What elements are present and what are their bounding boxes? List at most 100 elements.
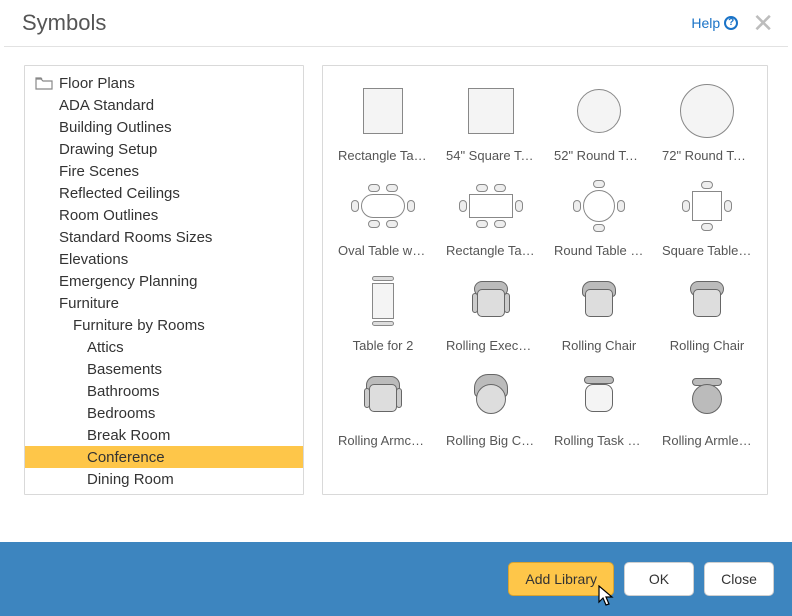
symbols-grid: Rectangle Table 54" Square Table 52" Round… xyxy=(333,80,757,448)
tree-item[interactable]: Basements xyxy=(25,358,303,380)
symbol-label: Rolling Armless Chair xyxy=(662,433,752,448)
dialog-header: Symbols Help ? ✕ xyxy=(0,0,792,42)
tree-label: Floor Plans xyxy=(59,75,135,92)
close-icon[interactable]: ✕ xyxy=(752,10,774,36)
symbol-item[interactable]: Rolling Armchair xyxy=(333,365,433,448)
symbol-thumbnail-roundset xyxy=(557,175,641,237)
tree-label: Reflected Ceilings xyxy=(59,185,180,202)
symbol-item[interactable]: Table for 2 xyxy=(333,270,433,353)
tree-label: Drawing Setup xyxy=(59,141,157,158)
tree-item[interactable]: Building Outlines xyxy=(25,116,303,138)
dialog-title: Symbols xyxy=(22,10,106,36)
tree-label: Basements xyxy=(87,361,162,378)
symbol-thumbnail-ovalset xyxy=(341,175,425,237)
tree-label: Break Room xyxy=(87,427,170,444)
symbols-dialog: Symbols Help ? ✕ Floor Plans ADA Standar… xyxy=(0,0,792,616)
tree-label: Conference xyxy=(87,449,165,466)
tree-root-item[interactable]: Floor Plans xyxy=(25,72,303,94)
tree-item[interactable]: Drawing Setup xyxy=(25,138,303,160)
symbol-item[interactable]: Oval Table w/ Chairs xyxy=(333,175,433,258)
symbol-panel: Rectangle Table 54" Square Table 52" Round… xyxy=(322,65,768,495)
symbol-item[interactable]: Square Table w/ Chairs xyxy=(657,175,757,258)
symbol-item[interactable]: Rectangle Table xyxy=(333,80,433,163)
symbol-thumbnail-rc-task xyxy=(557,365,641,427)
symbol-thumbnail-rc-plain xyxy=(557,270,641,332)
symbol-label: Rolling Chair xyxy=(662,338,752,353)
symbol-thumbnail-rc-round xyxy=(665,365,749,427)
add-library-button[interactable]: Add Library xyxy=(508,562,614,596)
symbol-label: Rolling Armchair xyxy=(338,433,428,448)
symbol-item[interactable]: 52" Round Table xyxy=(549,80,649,163)
tree-label: Bedrooms xyxy=(87,405,155,422)
tree-item[interactable]: Attics xyxy=(25,336,303,358)
symbol-label: Rolling Big Chair xyxy=(446,433,536,448)
tree-item[interactable]: Room Outlines xyxy=(25,204,303,226)
tree-item[interactable]: Bathrooms xyxy=(25,380,303,402)
symbol-item[interactable]: Round Table w/ Chairs xyxy=(549,175,649,258)
tree-item[interactable]: Fire Scenes xyxy=(25,160,303,182)
symbol-thumbnail-rectset xyxy=(449,175,533,237)
tree-item[interactable]: ADA Standard xyxy=(25,94,303,116)
symbol-label: Rolling Chair xyxy=(554,338,644,353)
symbol-thumbnail-circle72 xyxy=(665,80,749,142)
tree-label: Emergency Planning xyxy=(59,273,197,290)
tree-item[interactable]: Break Room xyxy=(25,424,303,446)
symbol-label: Rolling Task Chair xyxy=(554,433,644,448)
tree-item[interactable]: Conference xyxy=(25,446,303,468)
symbol-label: 54" Square Table xyxy=(446,148,536,163)
tree-label: Dining Room xyxy=(87,471,174,488)
header-right: Help ? ✕ xyxy=(691,10,774,36)
tree-item-furniture-by-rooms[interactable]: Furniture by Rooms xyxy=(25,314,303,336)
symbol-label: 52" Round Table xyxy=(554,148,644,163)
symbol-item[interactable]: 54" Square Table xyxy=(441,80,541,163)
help-link[interactable]: Help ? xyxy=(691,15,738,31)
tree-item[interactable]: Dining Room xyxy=(25,468,303,490)
help-label: Help xyxy=(691,15,720,31)
symbol-label: Rectangle Table xyxy=(338,148,428,163)
tree-label: Attics xyxy=(87,339,124,356)
dialog-body: Floor Plans ADA Standard Building Outline… xyxy=(0,47,792,542)
symbol-item[interactable]: 72" Round Table xyxy=(657,80,757,163)
tree-item[interactable]: Bedrooms xyxy=(25,402,303,424)
tree-label: Elevations xyxy=(59,251,128,268)
tree-label: Room Outlines xyxy=(59,207,158,224)
symbol-item[interactable]: Rolling Chair xyxy=(549,270,649,353)
symbol-label: Rolling Executive Chair xyxy=(446,338,536,353)
symbol-label: Round Table w/ Chairs xyxy=(554,243,644,258)
symbol-thumbnail-table2 xyxy=(341,270,425,332)
tree-item[interactable]: Elevations xyxy=(25,248,303,270)
dialog-footer: Add Library OK Close xyxy=(0,542,792,616)
tree-label: Fire Scenes xyxy=(59,163,139,180)
symbol-thumbnail-rc-big xyxy=(449,365,533,427)
symbol-thumbnail-rc-plain2 xyxy=(665,270,749,332)
symbol-thumbnail-rc-arm xyxy=(341,365,425,427)
symbol-item[interactable]: Rolling Executive Chair xyxy=(441,270,541,353)
symbol-thumbnail-rc-exec xyxy=(449,270,533,332)
symbol-item[interactable]: Rolling Armless Chair xyxy=(657,365,757,448)
close-button[interactable]: Close xyxy=(704,562,774,596)
symbol-label: Oval Table w/ Chairs xyxy=(338,243,428,258)
symbol-item[interactable]: Rolling Big Chair xyxy=(441,365,541,448)
tree-label: Furniture xyxy=(59,295,119,312)
tree-item[interactable]: Reflected Ceilings xyxy=(25,182,303,204)
symbol-item[interactable]: Rolling Task Chair xyxy=(549,365,649,448)
tree-item[interactable]: Furniture xyxy=(25,292,303,314)
symbol-label: Rectangle Table w/ Chairs xyxy=(446,243,536,258)
tree-item[interactable]: Standard Rooms Sizes xyxy=(25,226,303,248)
symbol-label: Square Table w/ Chairs xyxy=(662,243,752,258)
symbol-item[interactable]: Rectangle Table w/ Chairs xyxy=(441,175,541,258)
symbol-thumbnail-squareset xyxy=(665,175,749,237)
symbol-thumbnail-square xyxy=(449,80,533,142)
tree-label: Bathrooms xyxy=(87,383,160,400)
symbol-item[interactable]: Rolling Chair xyxy=(657,270,757,353)
tree-label: Building Outlines xyxy=(59,119,172,136)
tree-label: ADA Standard xyxy=(59,97,154,114)
category-tree: Floor Plans ADA Standard Building Outline… xyxy=(24,65,304,495)
tree-label: Furniture by Rooms xyxy=(73,317,205,334)
tree-item[interactable]: Emergency Planning xyxy=(25,270,303,292)
tree-root: Floor Plans ADA Standard Building Outline… xyxy=(25,72,303,490)
symbol-thumbnail-rect xyxy=(341,80,425,142)
ok-button[interactable]: OK xyxy=(624,562,694,596)
help-icon: ? xyxy=(724,16,738,30)
symbol-thumbnail-circle52 xyxy=(557,80,641,142)
